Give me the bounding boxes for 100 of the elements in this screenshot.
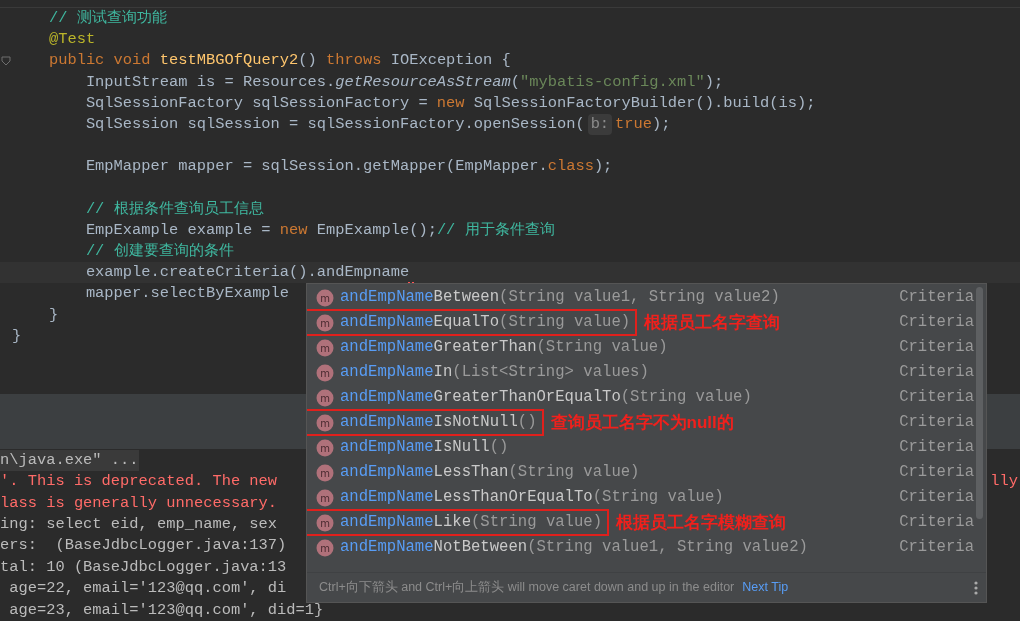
code-token: ); [704, 71, 724, 93]
method-name: andEmpNameLessThan [340, 461, 509, 483]
completion-item[interactable]: m andEmpNameLessThan(String value) Criteria [307, 460, 986, 485]
code-token: new [279, 219, 309, 241]
method-icon: m [316, 413, 334, 432]
code-token: EmpExample example = [84, 219, 272, 241]
return-type: Criteria [899, 361, 974, 383]
return-type: Criteria [899, 411, 974, 433]
method-icon: m [316, 488, 334, 507]
code-token: getResourceAsStream [335, 71, 511, 93]
tip-text: Ctrl+向下箭头 and Ctrl+向上箭头 will move caret down and up in the editor [319, 579, 735, 597]
code-token: // 用于条件查询 [436, 219, 555, 241]
code-token: example.createCriteria().andEmpname [84, 262, 410, 284]
parameter-hint: b: [587, 113, 613, 136]
method-parameters: (String value1, String value2) [499, 286, 780, 308]
completion-item[interactable]: m andEmpNameGreaterThanOrEqualTo(String value) Criteria [307, 385, 986, 410]
annotation-note: 根据员工名字查询 [644, 311, 781, 334]
method-parameters: (String value) [592, 486, 724, 508]
code-token: EmpExample(); [316, 219, 437, 241]
method-name: andEmpNameLessThanOrEqualTo [340, 486, 593, 508]
console-line: age=22, email='123@qq.com', di [8, 578, 287, 600]
code-token: // 根据条件查询员工信息 [84, 198, 264, 220]
code-token: new [436, 92, 466, 114]
code-token: } [47, 304, 59, 326]
code-token: @Test [47, 29, 96, 51]
code-token: SqlSessionFactory sqlSessionFactory = [84, 92, 429, 114]
code-token: SqlSessionFactoryBuilder().build(is); [473, 92, 816, 114]
code-token: ( [510, 71, 520, 93]
return-type: Criteria [899, 486, 974, 508]
console-line: ing: select eid, emp_name, sex [0, 513, 278, 535]
code-token: InputStream is = Resources. [84, 71, 336, 93]
console-line: tal: 10 (BaseJdbcLogger.java:13 [0, 556, 287, 578]
method-name: andEmpNameGreaterThan [340, 336, 537, 358]
completion-item[interactable]: m andEmpNameLessThanOrEqualTo(String value) Criteria [307, 485, 986, 510]
completion-item[interactable]: m andEmpNameLike(String value) 根据员工名字模糊查询 Criteria [307, 510, 986, 535]
console-line: lass is generally unnecessary. [0, 492, 278, 514]
method-name: andEmpNameBetween [340, 286, 500, 308]
code-token: testMBGOfQuery2 [159, 50, 299, 72]
code-token: // 创建要查询的条件 [84, 241, 234, 263]
completion-item[interactable]: m andEmpNameEqualTo(String value) 根据员工名字查询 Criteria [307, 310, 986, 335]
code-token: } [12, 325, 22, 347]
method-name: andEmpNameIsNull [340, 436, 490, 458]
method-name: andEmpNameNotBetween [340, 536, 528, 558]
code-token: mapper.selectByExample [84, 283, 290, 305]
completion-item[interactable]: m andEmpNameBetween(String value1, String value2) Criteria [307, 285, 986, 310]
code-token: ); [652, 113, 671, 135]
method-parameters: (String value1, String value2) [527, 536, 808, 558]
more-options-icon[interactable] [974, 580, 978, 595]
method-parameters: () [489, 436, 509, 458]
return-type: Criteria [899, 511, 974, 533]
method-icon: m [316, 288, 334, 307]
code-token: class [547, 156, 594, 178]
completion-item[interactable]: m andEmpNameGreaterThan(String value) Criteria [307, 335, 986, 360]
code-token: SqlSession sqlSession = sqlSessionFactory.openSession( [84, 113, 585, 135]
method-name: andEmpNameLike [340, 511, 471, 533]
method-parameters: (String value) [471, 511, 603, 533]
method-name: andEmpNameIsNotNull [340, 411, 518, 433]
method-parameters: (String value) [620, 386, 752, 408]
return-type: Criteria [899, 336, 974, 358]
next-tip-link[interactable]: Next Tip [742, 578, 789, 597]
fold-icon[interactable] [1, 56, 11, 67]
annotation-note: 根据员工名字模糊查询 [616, 511, 787, 534]
return-type: Criteria [899, 536, 974, 558]
code-token: "mybatis-config.xml" [520, 71, 705, 93]
console-line: ers: (BaseJdbcLogger.java:137) [0, 535, 287, 557]
completion-item[interactable]: m andEmpNameNotBetween(String value1, String value2) Criteria [307, 535, 986, 560]
console-line: age=23, email='123@qq.com', did=1} [8, 599, 324, 621]
console-line: lly [990, 471, 1019, 493]
method-parameters: () [517, 411, 537, 433]
code-token: IOException { [390, 50, 511, 72]
completion-item[interactable]: m andEmpNameIsNull() Criteria [307, 435, 986, 460]
method-parameters: (String value) [508, 461, 640, 483]
method-parameters: (List<String> values) [452, 361, 649, 383]
annotation-note: 查询员工名字不为null的 [550, 411, 734, 434]
code-token: public void [47, 50, 152, 72]
method-icon: m [316, 463, 334, 482]
completion-item[interactable]: m andEmpNameIsNotNull() 查询员工名字不为null的 Criteria [307, 410, 986, 435]
method-parameters: (String value) [499, 311, 631, 333]
return-type: Criteria [899, 286, 974, 308]
method-icon: m [316, 313, 334, 332]
method-name: andEmpNameEqualTo [340, 311, 500, 333]
code-token: () [298, 50, 318, 72]
method-icon: m [316, 513, 334, 532]
method-icon: m [316, 388, 334, 407]
return-type: Criteria [899, 311, 974, 333]
code-token: // 测试查询功能 [47, 8, 167, 29]
method-name: andEmpNameGreaterThanOrEqualTo [340, 386, 621, 408]
return-type: Criteria [899, 461, 974, 483]
method-icon: m [316, 438, 334, 457]
method-icon: m [316, 338, 334, 357]
code-token: ); [593, 156, 613, 178]
method-icon: m [316, 363, 334, 382]
console-line: '. This is deprecated. The new [0, 471, 278, 493]
completion-item[interactable]: m andEmpNameIn(List<String> values) Criteria [307, 360, 986, 385]
return-type: Criteria [899, 386, 974, 408]
method-parameters: (String value) [536, 336, 668, 358]
code-token: throws [326, 50, 383, 72]
method-name: andEmpNameIn [340, 361, 453, 383]
code-token: true [615, 113, 653, 135]
return-type: Criteria [899, 436, 974, 458]
